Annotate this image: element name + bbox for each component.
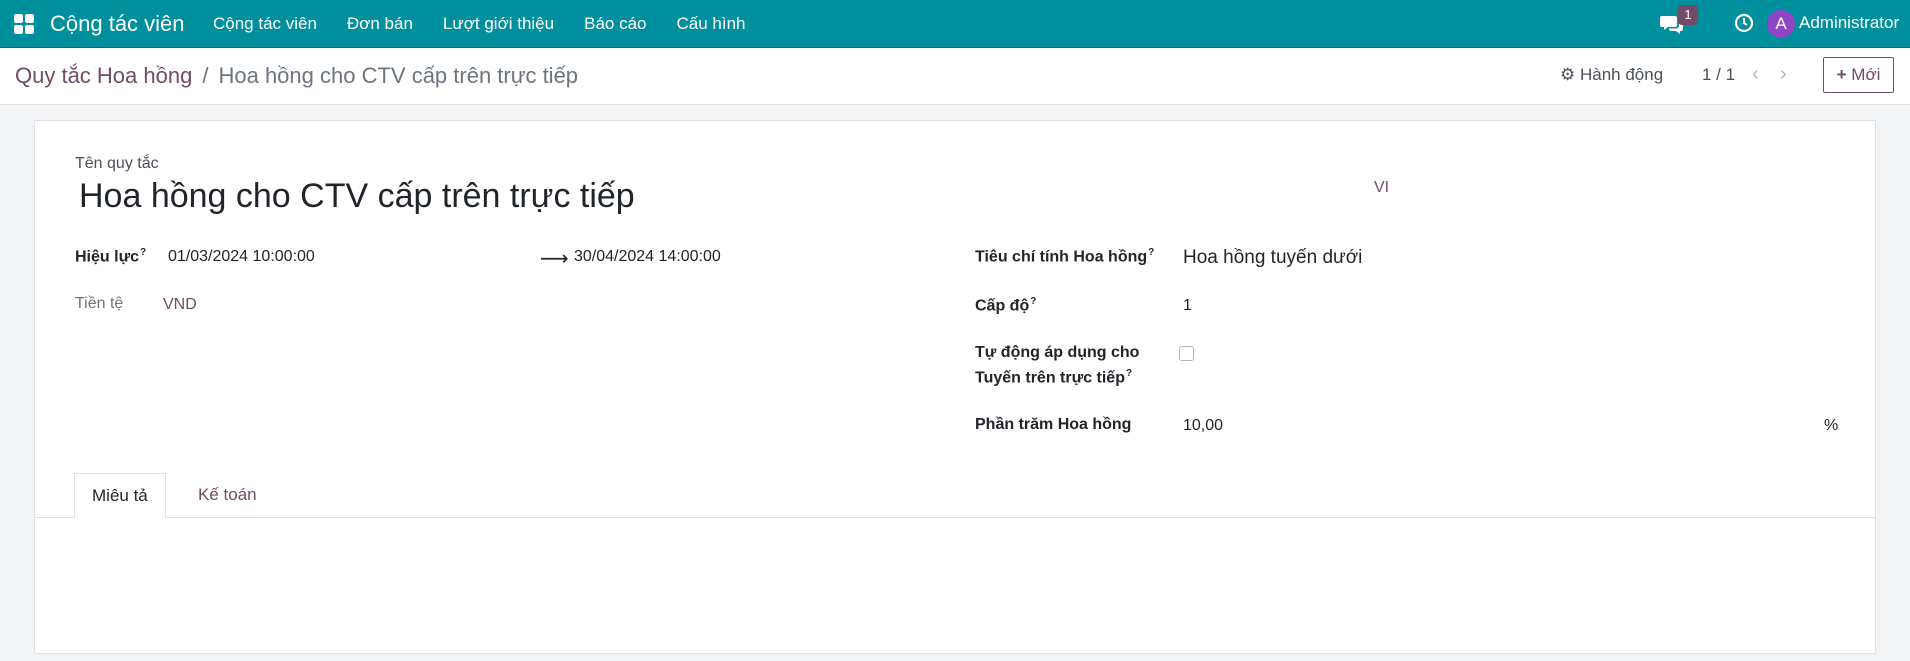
level-label: Cấp độ? bbox=[975, 296, 1037, 315]
main-menu: Cộng tác viên Đơn bán Lượt giới thiệu Bá… bbox=[213, 14, 776, 34]
menu-item-reports[interactable]: Báo cáo bbox=[584, 14, 646, 34]
date-from-input[interactable]: 01/03/2024 10:00:00 bbox=[168, 248, 315, 266]
new-label: Mới bbox=[1851, 65, 1881, 84]
auto-apply-checkbox[interactable] bbox=[1179, 346, 1194, 361]
help-mark[interactable]: ? bbox=[1126, 368, 1132, 379]
currency-label: Tiền tệ bbox=[75, 295, 124, 312]
action-menu-button[interactable]: ⚙ Hành động bbox=[1560, 65, 1663, 85]
avatar[interactable]: A bbox=[1767, 10, 1795, 38]
new-record-button[interactable]: + Mới bbox=[1823, 57, 1894, 93]
chevron-left-icon[interactable]: ‹ bbox=[1752, 63, 1759, 86]
user-name[interactable]: Administrator bbox=[1799, 13, 1899, 33]
breadcrumb-parent-link[interactable]: Quy tắc Hoa hồng bbox=[15, 63, 192, 88]
breadcrumb-current: Hoa hồng cho CTV cấp trên trực tiếp bbox=[218, 63, 579, 88]
menu-item-configuration[interactable]: Cấu hình bbox=[677, 14, 746, 34]
tab-description[interactable]: Miêu tả bbox=[74, 473, 166, 518]
percent-label: Phần trăm Hoa hồng bbox=[975, 416, 1132, 433]
control-panel: Quy tắc Hoa hồng / Hoa hồng cho CTV cấp tr… bbox=[0, 48, 1910, 105]
pager-value[interactable]: 1 / 1 bbox=[1702, 65, 1735, 85]
tab-accounting[interactable]: Kế toán bbox=[181, 473, 274, 517]
rule-name-input[interactable]: Hoa hồng cho CTV cấp trên trực tiếp bbox=[79, 177, 635, 216]
plus-icon: + bbox=[1836, 65, 1847, 84]
form-sheet: Tên quy tắc Hoa hồng cho CTV cấp trên tr… bbox=[34, 120, 1876, 654]
date-to-input[interactable]: 30/04/2024 14:00:00 bbox=[574, 248, 721, 266]
validity-label: Hiệu lực? bbox=[75, 247, 147, 266]
menu-item-sales-orders[interactable]: Đơn bán bbox=[347, 14, 413, 34]
gear-icon: ⚙ bbox=[1560, 65, 1576, 84]
criteria-label: Tiêu chí tính Hoa hồng? bbox=[975, 247, 1155, 266]
notebook-tabs: Miêu tả Kế toán bbox=[35, 473, 1875, 518]
auto-apply-label-line-2: Tuyến trên trực tiếp? bbox=[975, 368, 1133, 387]
level-input[interactable]: 1 bbox=[1183, 297, 1192, 315]
currency-field[interactable]: VND bbox=[163, 296, 197, 314]
breadcrumb-separator: / bbox=[202, 63, 209, 88]
breadcrumb: Quy tắc Hoa hồng / Hoa hồng cho CTV cấp tr… bbox=[15, 63, 578, 89]
rule-name-label: Tên quy tắc bbox=[75, 155, 159, 172]
help-mark[interactable]: ? bbox=[140, 247, 146, 258]
chevron-right-icon[interactable]: › bbox=[1780, 63, 1787, 86]
help-mark[interactable]: ? bbox=[1148, 247, 1154, 258]
arrow-right-icon: ⟶ bbox=[540, 248, 569, 270]
menu-item-referrals[interactable]: Lượt giới thiệu bbox=[443, 14, 554, 34]
top-navbar: Cộng tác viên Cộng tác viên Đơn bán Lượt… bbox=[0, 0, 1910, 48]
chat-count-badge: 1 bbox=[1678, 5, 1698, 25]
menu-item-collaborators[interactable]: Cộng tác viên bbox=[213, 14, 317, 34]
percent-input[interactable]: 10,00 bbox=[1183, 417, 1223, 435]
clock-icon[interactable] bbox=[1734, 13, 1754, 33]
percent-unit: % bbox=[1824, 417, 1839, 434]
apps-grid-icon[interactable] bbox=[14, 14, 34, 34]
help-mark[interactable]: ? bbox=[1030, 296, 1036, 307]
app-name[interactable]: Cộng tác viên bbox=[50, 11, 185, 37]
action-label: Hành động bbox=[1579, 65, 1664, 84]
language-toggle[interactable]: VI bbox=[1374, 179, 1389, 197]
criteria-select[interactable]: Hoa hồng tuyến dưới bbox=[1183, 247, 1362, 269]
auto-apply-label-line-1: Tự động áp dụng cho bbox=[975, 344, 1140, 361]
